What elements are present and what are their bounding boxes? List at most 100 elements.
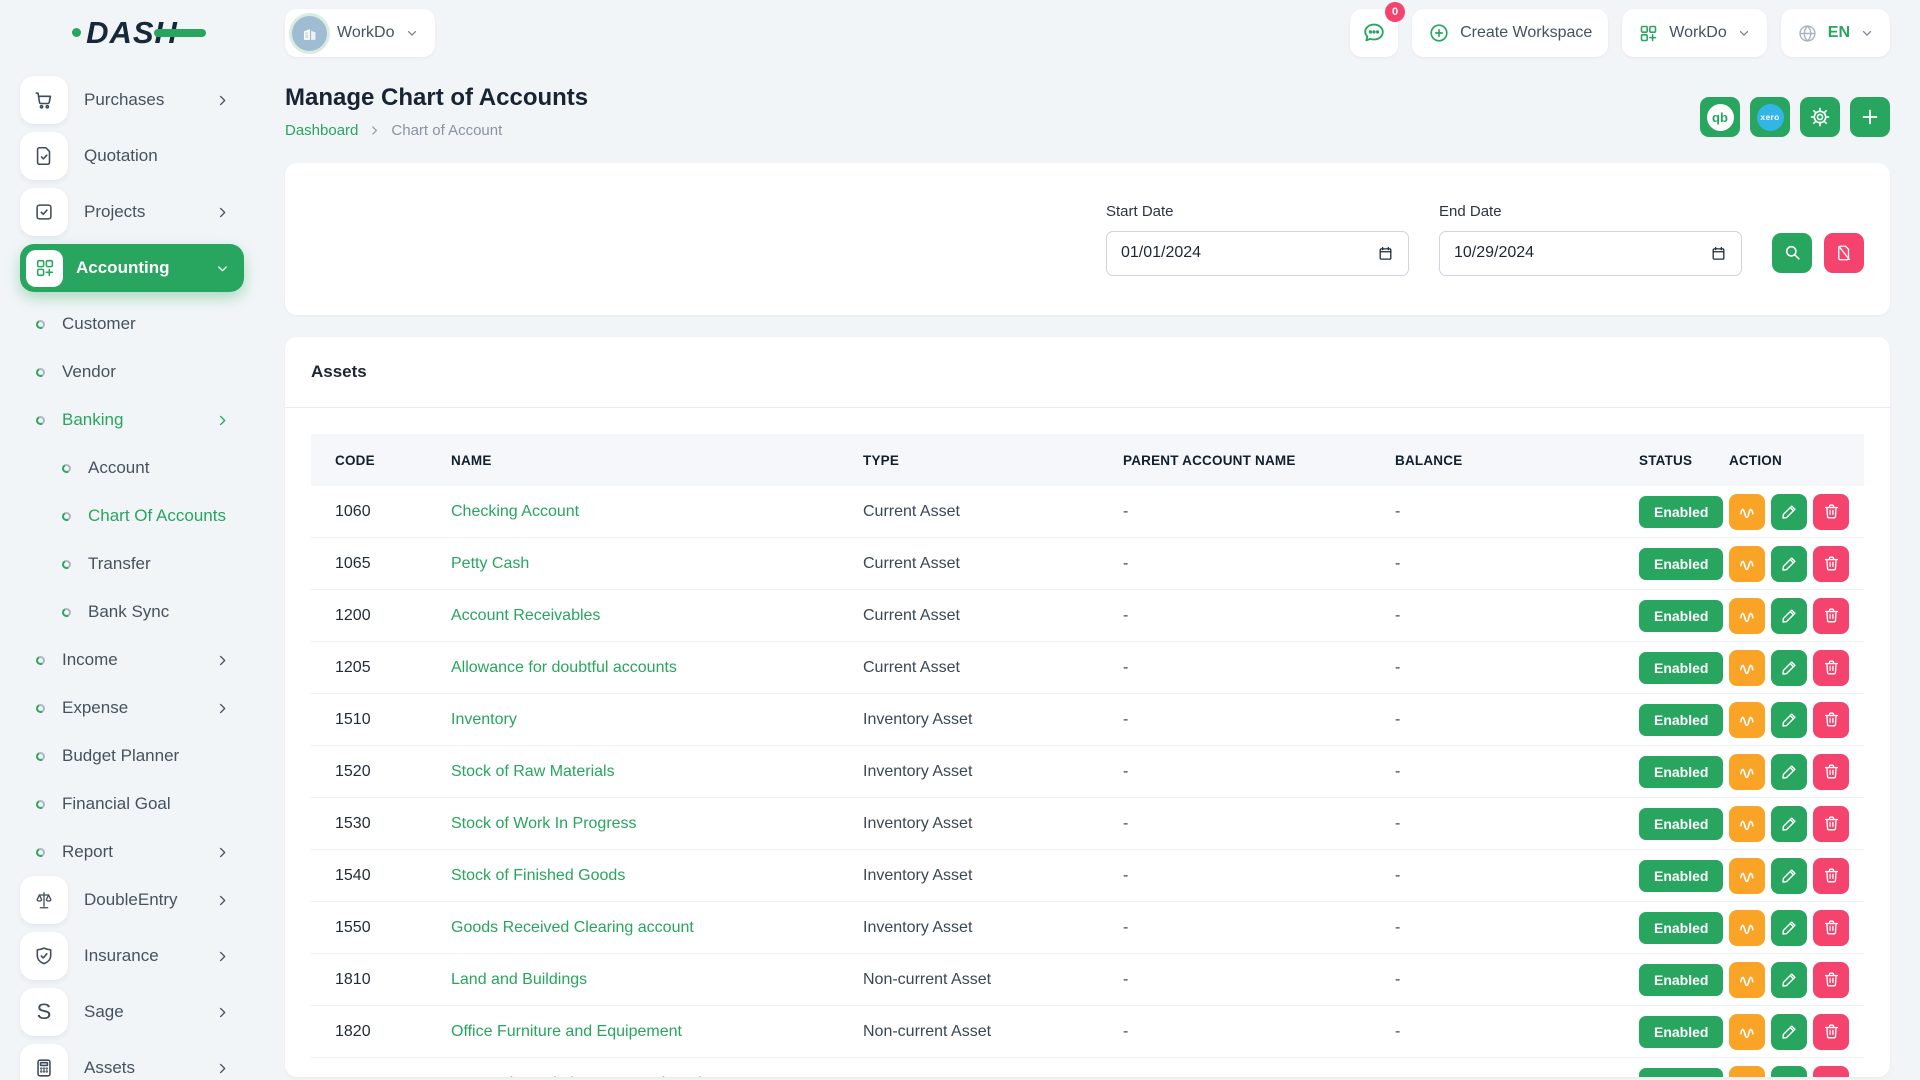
sidebar-item-financial-goal[interactable]: Financial Goal xyxy=(20,780,244,828)
status-badge[interactable]: Enabled xyxy=(1639,860,1723,892)
status-badge[interactable]: Enabled xyxy=(1639,600,1723,632)
account-name-link[interactable]: Petty Cash xyxy=(451,555,529,572)
account-name-link[interactable]: Checking Account xyxy=(451,503,579,520)
status-badge[interactable]: Enabled xyxy=(1639,1068,1723,1077)
xero-button[interactable]: xero xyxy=(1750,97,1790,137)
sidebar-item-assets[interactable]: Assets xyxy=(20,1044,244,1080)
account-name-link[interactable]: Goods Received Clearing account xyxy=(451,919,694,936)
edit-button[interactable] xyxy=(1771,1014,1807,1050)
transactions-button[interactable] xyxy=(1729,546,1765,582)
transactions-button[interactable] xyxy=(1729,494,1765,530)
sidebar-item-insurance[interactable]: Insurance xyxy=(20,932,244,980)
edit-button[interactable] xyxy=(1771,494,1807,530)
account-name-link[interactable]: Stock of Raw Materials xyxy=(451,763,615,780)
end-date-input[interactable]: 10/29/2024 xyxy=(1439,231,1742,276)
account-name-link[interactable]: Accum.depreciation-Furn. and Equip xyxy=(451,1075,711,1077)
account-code: 1510 xyxy=(311,711,431,729)
edit-button[interactable] xyxy=(1771,598,1807,634)
transactions-button[interactable] xyxy=(1729,858,1765,894)
breadcrumb-dashboard-link[interactable]: Dashboard xyxy=(285,122,358,139)
status-badge[interactable]: Enabled xyxy=(1639,756,1723,788)
quickbooks-button[interactable]: qb xyxy=(1700,97,1740,137)
brand-logo[interactable]: DASH xyxy=(86,15,178,51)
edit-button[interactable] xyxy=(1771,962,1807,998)
delete-button[interactable] xyxy=(1813,650,1849,686)
sidebar-item-customer[interactable]: Customer xyxy=(20,300,244,348)
sidebar-item-projects[interactable]: Projects xyxy=(20,188,244,236)
delete-button[interactable] xyxy=(1813,962,1849,998)
sidebar-item-quotation[interactable]: Quotation xyxy=(20,132,244,180)
edit-button[interactable] xyxy=(1771,1066,1807,1077)
delete-button[interactable] xyxy=(1813,1066,1849,1077)
status-badge[interactable]: Enabled xyxy=(1639,496,1723,528)
delete-button[interactable] xyxy=(1813,806,1849,842)
delete-button[interactable] xyxy=(1813,754,1849,790)
sidebar-item-account[interactable]: Account xyxy=(20,444,244,492)
edit-button[interactable] xyxy=(1771,858,1807,894)
status-badge[interactable]: Enabled xyxy=(1639,1016,1723,1048)
transactions-button[interactable] xyxy=(1729,1066,1765,1077)
account-name-link[interactable]: Account Receivables xyxy=(451,607,600,624)
calendar-icon[interactable] xyxy=(1710,245,1727,262)
delete-button[interactable] xyxy=(1813,1014,1849,1050)
status-badge[interactable]: Enabled xyxy=(1639,808,1723,840)
delete-button[interactable] xyxy=(1813,702,1849,738)
sidebar-item-sage[interactable]: SSage xyxy=(20,988,244,1036)
settings-button[interactable] xyxy=(1800,97,1840,137)
delete-button[interactable] xyxy=(1813,910,1849,946)
transactions-button[interactable] xyxy=(1729,754,1765,790)
sidebar-item-label: Purchases xyxy=(84,90,164,110)
delete-button[interactable] xyxy=(1813,494,1849,530)
sidebar-item-report[interactable]: Report xyxy=(20,828,244,876)
trash-icon xyxy=(1822,606,1841,625)
status-badge[interactable]: Enabled xyxy=(1639,964,1723,996)
create-workspace-button[interactable]: Create Workspace xyxy=(1412,9,1608,57)
edit-button[interactable] xyxy=(1771,910,1807,946)
sidebar-item-doubleentry[interactable]: DoubleEntry xyxy=(20,876,244,924)
edit-button[interactable] xyxy=(1771,806,1807,842)
transactions-button[interactable] xyxy=(1729,806,1765,842)
status-badge[interactable]: Enabled xyxy=(1639,548,1723,580)
transactions-button[interactable] xyxy=(1729,598,1765,634)
sidebar-item-income[interactable]: Income xyxy=(20,636,244,684)
account-name-link[interactable]: Land and Buildings xyxy=(451,971,587,988)
sidebar-item-chart-of-accounts[interactable]: Chart Of Accounts xyxy=(20,492,244,540)
sidebar-item-banking[interactable]: Banking xyxy=(20,396,244,444)
status-badge[interactable]: Enabled xyxy=(1639,652,1723,684)
calendar-icon[interactable] xyxy=(1377,245,1394,262)
status-badge[interactable]: Enabled xyxy=(1639,704,1723,736)
sidebar-item-expense[interactable]: Expense xyxy=(20,684,244,732)
transactions-button[interactable] xyxy=(1729,702,1765,738)
sidebar-item-purchases[interactable]: Purchases xyxy=(20,76,244,124)
edit-button[interactable] xyxy=(1771,546,1807,582)
workdo-menu[interactable]: WorkDo xyxy=(1622,9,1767,57)
delete-button[interactable] xyxy=(1813,598,1849,634)
sidebar-item-transfer[interactable]: Transfer xyxy=(20,540,244,588)
workspace-selector[interactable]: WorkDo xyxy=(285,9,435,57)
transactions-button[interactable] xyxy=(1729,650,1765,686)
edit-button[interactable] xyxy=(1771,702,1807,738)
sidebar-item-vendor[interactable]: Vendor xyxy=(20,348,244,396)
transactions-button[interactable] xyxy=(1729,910,1765,946)
language-selector[interactable]: EN xyxy=(1781,9,1890,57)
account-name-link[interactable]: Office Furniture and Equipement xyxy=(451,1023,682,1040)
edit-button[interactable] xyxy=(1771,754,1807,790)
status-badge[interactable]: Enabled xyxy=(1639,912,1723,944)
account-name-link[interactable]: Stock of Work In Progress xyxy=(451,815,637,832)
transactions-button[interactable] xyxy=(1729,962,1765,998)
sidebar-item-bank-sync[interactable]: Bank Sync xyxy=(20,588,244,636)
transactions-button[interactable] xyxy=(1729,1014,1765,1050)
edit-button[interactable] xyxy=(1771,650,1807,686)
reset-filter-button[interactable] xyxy=(1824,233,1864,273)
account-name-link[interactable]: Inventory xyxy=(451,711,517,728)
add-account-button[interactable] xyxy=(1850,97,1890,137)
sidebar-item-budget-planner[interactable]: Budget Planner xyxy=(20,732,244,780)
start-date-input[interactable]: 01/01/2024 xyxy=(1106,231,1409,276)
delete-button[interactable] xyxy=(1813,858,1849,894)
account-name-link[interactable]: Stock of Finished Goods xyxy=(451,867,625,884)
sidebar-item-accounting[interactable]: Accounting xyxy=(20,244,244,292)
messages-button[interactable]: 0 xyxy=(1350,9,1398,57)
delete-button[interactable] xyxy=(1813,546,1849,582)
apply-filter-button[interactable] xyxy=(1772,233,1812,273)
account-name-link[interactable]: Allowance for doubtful accounts xyxy=(451,659,677,676)
